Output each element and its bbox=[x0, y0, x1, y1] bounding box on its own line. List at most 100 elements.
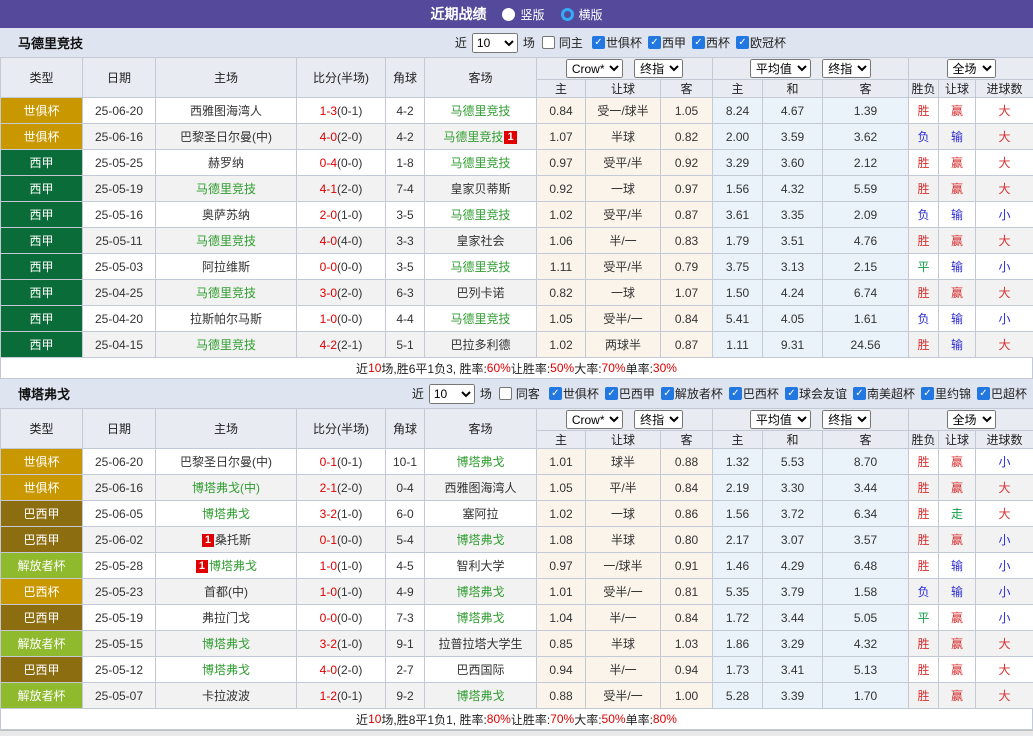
team-link[interactable]: 巴黎圣日尔曼(中) bbox=[180, 455, 272, 469]
team-link[interactable]: 博塔弗戈 bbox=[202, 637, 250, 651]
team-link[interactable]: 博塔弗戈 bbox=[456, 611, 504, 625]
league-checkbox-label: 里约锦 bbox=[935, 385, 971, 402]
league-checkbox[interactable] bbox=[592, 36, 605, 49]
league-checkbox[interactable] bbox=[729, 387, 742, 400]
team-link[interactable]: 赫罗纳 bbox=[208, 156, 244, 170]
handicap-result-cell: 赢 bbox=[939, 98, 976, 124]
team-link[interactable]: 博塔弗戈(中) bbox=[192, 481, 260, 495]
final-index-select[interactable]: 终指 bbox=[634, 410, 683, 429]
team-link[interactable]: 卡拉波波 bbox=[202, 689, 250, 703]
league-checkbox[interactable] bbox=[692, 36, 705, 49]
team-link[interactable]: 首都(中) bbox=[204, 585, 248, 599]
summary-segment: 大率: bbox=[574, 360, 601, 377]
team-link[interactable]: 奥萨苏纳 bbox=[202, 208, 250, 222]
rank-badge: 1 bbox=[202, 534, 214, 547]
league-checkbox[interactable] bbox=[785, 387, 798, 400]
team-link[interactable]: 博塔弗戈 bbox=[202, 663, 250, 677]
team-link[interactable]: 巴黎圣日尔曼(中) bbox=[180, 130, 272, 144]
team-link[interactable]: 马德里竞技 bbox=[450, 104, 510, 118]
team-link[interactable]: 马德里竞技 bbox=[196, 286, 256, 300]
view-option-vertical[interactable]: 竖版 bbox=[502, 6, 544, 23]
home-odds-cell: 1.05 bbox=[537, 306, 586, 332]
league-checkbox[interactable] bbox=[977, 387, 990, 400]
home-team-cell: 西雅图海湾人 bbox=[156, 98, 297, 124]
avg-away-cell: 4.32 bbox=[823, 631, 909, 657]
team-link[interactable]: 马德里竞技 bbox=[196, 182, 256, 196]
avg-away-cell: 2.09 bbox=[823, 202, 909, 228]
team-link[interactable]: 巴列卡诺 bbox=[456, 286, 504, 300]
team-link[interactable]: 马德里竞技 bbox=[196, 338, 256, 352]
team-link[interactable]: 拉普拉塔大学生 bbox=[438, 637, 522, 651]
team-link[interactable]: 博塔弗戈 bbox=[456, 455, 504, 469]
team-link[interactable]: 马德里竞技 bbox=[196, 234, 256, 248]
team-link[interactable]: 巴西国际 bbox=[456, 663, 504, 677]
handicap-result-cell: 输 bbox=[939, 254, 976, 280]
view-option-horizontal[interactable]: 横版 bbox=[561, 6, 603, 23]
team-link[interactable]: 马德里竞技 bbox=[450, 156, 510, 170]
league-checkbox[interactable] bbox=[853, 387, 866, 400]
handicap-result-cell: 输 bbox=[939, 306, 976, 332]
team-link[interactable]: 皇家社会 bbox=[456, 234, 504, 248]
final-index-select-2[interactable]: 终指 bbox=[822, 410, 871, 429]
average-odds-select[interactable]: 平均值 bbox=[750, 59, 811, 78]
team-link[interactable]: 西雅图海湾人 bbox=[444, 481, 516, 495]
team-link[interactable]: 马德里竞技 bbox=[450, 208, 510, 222]
date-cell: 25-06-05 bbox=[83, 501, 156, 527]
team-link[interactable]: 塞阿拉 bbox=[462, 507, 498, 521]
avg-home-cell: 1.73 bbox=[713, 657, 763, 683]
corner-cell: 0-4 bbox=[386, 475, 425, 501]
odds-company-select[interactable]: Crow* bbox=[566, 410, 623, 429]
final-index-select[interactable]: 终指 bbox=[634, 59, 683, 78]
avg-home-cell: 1.46 bbox=[713, 553, 763, 579]
scope-select[interactable]: 全场 bbox=[947, 59, 996, 78]
average-odds-select[interactable]: 平均值 bbox=[750, 410, 811, 429]
away-team-cell: 巴列卡诺 bbox=[425, 280, 537, 306]
same-venue-checkbox[interactable] bbox=[542, 36, 555, 49]
result-cell: 胜 bbox=[909, 657, 939, 683]
team-link[interactable]: 桑托斯 bbox=[215, 533, 251, 547]
goals-result-cell: 小 bbox=[976, 527, 1033, 553]
recent-count-select[interactable]: 10 bbox=[429, 384, 475, 404]
handicap-result-cell: 赢 bbox=[939, 605, 976, 631]
team-link[interactable]: 博塔弗戈 bbox=[456, 585, 504, 599]
league-checkbox[interactable] bbox=[605, 387, 618, 400]
halftime-score: (0-1) bbox=[337, 689, 362, 703]
team-link[interactable]: 博塔弗戈 bbox=[456, 533, 504, 547]
home-odds-cell: 1.07 bbox=[537, 124, 586, 150]
league-checkbox[interactable] bbox=[921, 387, 934, 400]
league-checkbox[interactable] bbox=[549, 387, 562, 400]
league-checkbox[interactable] bbox=[736, 36, 749, 49]
match-row: 西甲25-05-19马德里竞技4-1(2-0)7-4皇家贝蒂斯0.92一球0.9… bbox=[1, 176, 1033, 202]
team-link[interactable]: 马德里竞技 bbox=[450, 312, 510, 326]
page-title: 近期战绩 bbox=[430, 4, 486, 24]
league-type-cell: 西甲 bbox=[1, 254, 83, 280]
team-link[interactable]: 巴拉多利德 bbox=[450, 338, 510, 352]
team-link[interactable]: 博塔弗戈 bbox=[209, 559, 257, 573]
team-link[interactable]: 皇家贝蒂斯 bbox=[450, 182, 510, 196]
team-link[interactable]: 博塔弗戈 bbox=[456, 689, 504, 703]
team-link[interactable]: 博塔弗戈 bbox=[202, 507, 250, 521]
corner-cell: 5-1 bbox=[386, 332, 425, 358]
summary-segment: 大率: bbox=[574, 711, 601, 728]
avg-away-cell: 4.76 bbox=[823, 228, 909, 254]
team-link[interactable]: 西雅图海湾人 bbox=[190, 104, 262, 118]
result-cell: 胜 bbox=[909, 449, 939, 475]
scope-select[interactable]: 全场 bbox=[947, 410, 996, 429]
final-index-select-2[interactable]: 终指 bbox=[822, 59, 871, 78]
recent-count-select[interactable]: 10 bbox=[472, 33, 518, 53]
team-link[interactable]: 智利大学 bbox=[456, 559, 504, 573]
same-venue-checkbox[interactable] bbox=[499, 387, 512, 400]
team-link[interactable]: 马德里竞技 bbox=[450, 260, 510, 274]
match-row: 西甲25-04-25马德里竞技3-0(2-0)6-3巴列卡诺0.82一球1.07… bbox=[1, 280, 1033, 306]
corner-cell: 9-1 bbox=[386, 631, 425, 657]
team-link[interactable]: 阿拉维斯 bbox=[202, 260, 250, 274]
team-link[interactable]: 弗拉门戈 bbox=[202, 611, 250, 625]
team-link[interactable]: 马德里竞技 bbox=[443, 130, 503, 144]
avg-draw-cell: 4.29 bbox=[763, 553, 823, 579]
team-link[interactable]: 拉斯帕尔马斯 bbox=[190, 312, 262, 326]
away-odds-cell: 0.84 bbox=[661, 306, 713, 332]
corner-cell: 7-4 bbox=[386, 176, 425, 202]
odds-company-select[interactable]: Crow* bbox=[566, 59, 623, 78]
league-checkbox[interactable] bbox=[648, 36, 661, 49]
league-checkbox[interactable] bbox=[661, 387, 674, 400]
